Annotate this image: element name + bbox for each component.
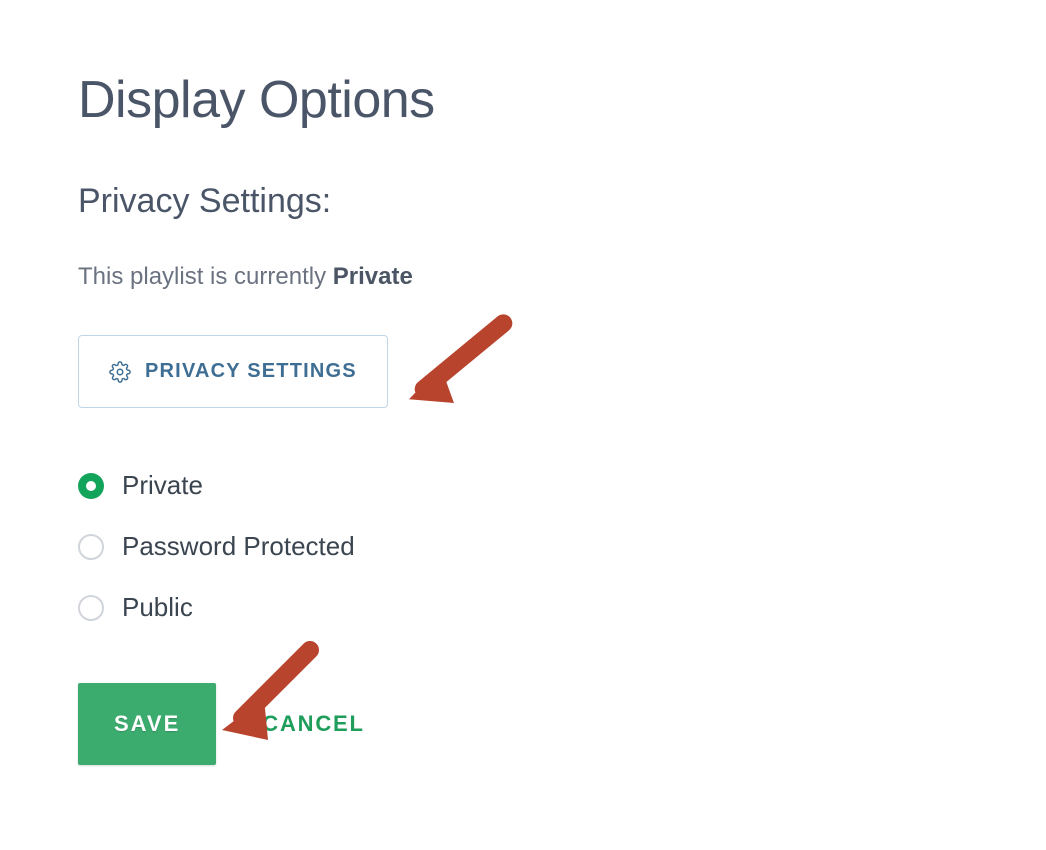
privacy-settings-button[interactable]: PRIVACY SETTINGS (78, 335, 388, 408)
radio-circle-icon (78, 595, 104, 621)
annotation-arrow-icon (398, 312, 518, 413)
save-button[interactable]: SAVE (78, 683, 216, 765)
radio-label: Private (122, 470, 203, 501)
page-title: Display Options (78, 70, 968, 130)
radio-label: Password Protected (122, 531, 355, 562)
radio-label: Public (122, 592, 193, 623)
radio-circle-icon (78, 534, 104, 560)
privacy-status-value: Private (333, 263, 413, 290)
cancel-button[interactable]: CANCEL (262, 711, 364, 737)
section-title-privacy: Privacy Settings: (78, 182, 968, 221)
gear-icon (109, 361, 131, 383)
action-button-row: SAVE CANCEL (78, 683, 968, 765)
privacy-radio-group: Private Password Protected Public (78, 470, 968, 623)
radio-option-public[interactable]: Public (78, 592, 968, 623)
privacy-status: This playlist is currently Private (78, 263, 968, 291)
radio-circle-icon (78, 473, 104, 499)
privacy-settings-button-label: PRIVACY SETTINGS (145, 360, 357, 383)
radio-option-private[interactable]: Private (78, 470, 968, 501)
privacy-status-prefix: This playlist is currently (78, 263, 333, 290)
radio-option-password-protected[interactable]: Password Protected (78, 531, 968, 562)
